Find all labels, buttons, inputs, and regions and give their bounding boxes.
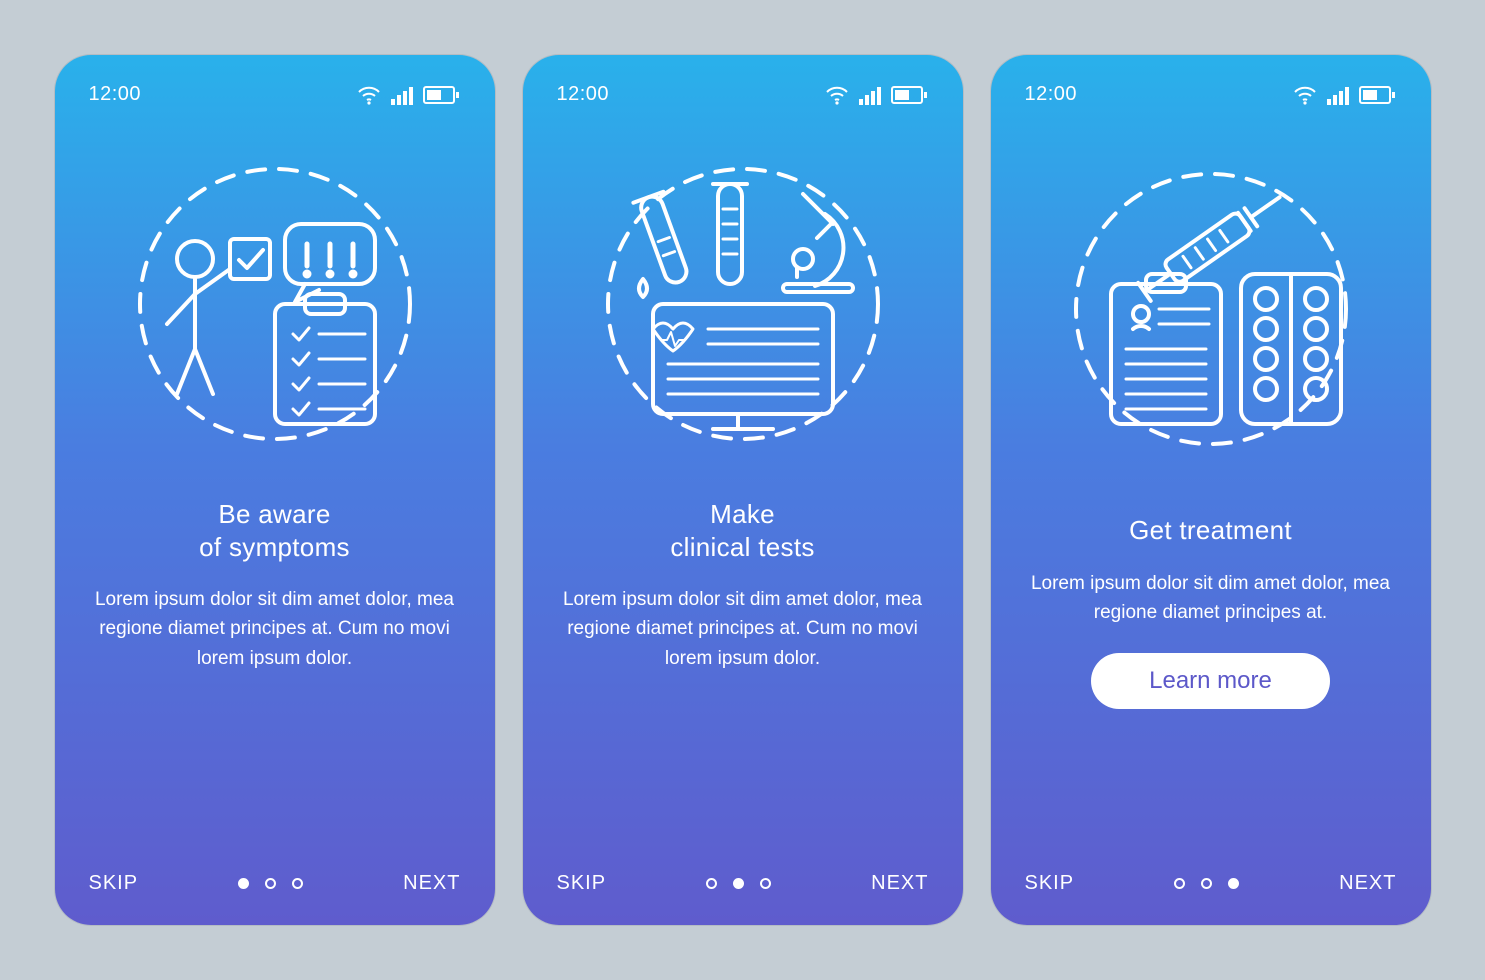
status-time: 12:00 xyxy=(1025,83,1078,106)
onboarding-title: Make clinical tests xyxy=(557,498,929,563)
next-button[interactable]: NEXT xyxy=(1339,872,1396,895)
bottom-nav: SKIP NEXT xyxy=(557,872,929,895)
onboarding-title: Be aware of symptoms xyxy=(89,498,461,563)
illustration-tests xyxy=(557,134,929,474)
page-dot-1[interactable] xyxy=(1174,878,1185,889)
bottom-nav: SKIP NEXT xyxy=(89,872,461,895)
wifi-icon xyxy=(1293,84,1317,106)
page-dots xyxy=(238,878,303,889)
wifi-icon xyxy=(357,84,381,106)
illustration-symptoms xyxy=(89,134,461,474)
onboarding-screen-1: 12:00 xyxy=(55,55,495,925)
onboarding-title: Get treatment xyxy=(1025,514,1397,547)
page-dot-3[interactable] xyxy=(1228,878,1239,889)
onboarding-screen-3: 12:00 xyxy=(991,55,1431,925)
status-bar: 12:00 xyxy=(89,83,461,106)
battery-icon xyxy=(1359,84,1397,106)
status-icons xyxy=(357,84,461,106)
page-dot-2[interactable] xyxy=(733,878,744,889)
page-dots xyxy=(1174,878,1239,889)
status-bar: 12:00 xyxy=(557,83,929,106)
learn-more-button[interactable]: Learn more xyxy=(1091,653,1330,709)
skip-button[interactable]: SKIP xyxy=(557,872,607,895)
status-time: 12:00 xyxy=(89,83,142,106)
page-dot-2[interactable] xyxy=(1201,878,1212,889)
illustration-treatment xyxy=(1025,134,1397,474)
status-bar: 12:00 xyxy=(1025,83,1397,106)
page-dot-2[interactable] xyxy=(265,878,276,889)
page-dot-3[interactable] xyxy=(760,878,771,889)
wifi-icon xyxy=(825,84,849,106)
signal-icon xyxy=(859,85,881,105)
battery-icon xyxy=(891,84,929,106)
battery-icon xyxy=(423,84,461,106)
signal-icon xyxy=(1327,85,1349,105)
onboarding-body: Lorem ipsum dolor sit dim amet dolor, me… xyxy=(1025,569,1397,628)
onboarding-body: Lorem ipsum dolor sit dim amet dolor, me… xyxy=(557,585,929,673)
onboarding-screen-2: 12:00 xyxy=(523,55,963,925)
page-dots xyxy=(706,878,771,889)
bottom-nav: SKIP NEXT xyxy=(1025,872,1397,895)
page-dot-3[interactable] xyxy=(292,878,303,889)
status-icons xyxy=(825,84,929,106)
signal-icon xyxy=(391,85,413,105)
status-icons xyxy=(1293,84,1397,106)
skip-button[interactable]: SKIP xyxy=(89,872,139,895)
onboarding-body: Lorem ipsum dolor sit dim amet dolor, me… xyxy=(89,585,461,673)
page-dot-1[interactable] xyxy=(706,878,717,889)
page-dot-1[interactable] xyxy=(238,878,249,889)
status-time: 12:00 xyxy=(557,83,610,106)
next-button[interactable]: NEXT xyxy=(871,872,928,895)
next-button[interactable]: NEXT xyxy=(403,872,460,895)
skip-button[interactable]: SKIP xyxy=(1025,872,1075,895)
